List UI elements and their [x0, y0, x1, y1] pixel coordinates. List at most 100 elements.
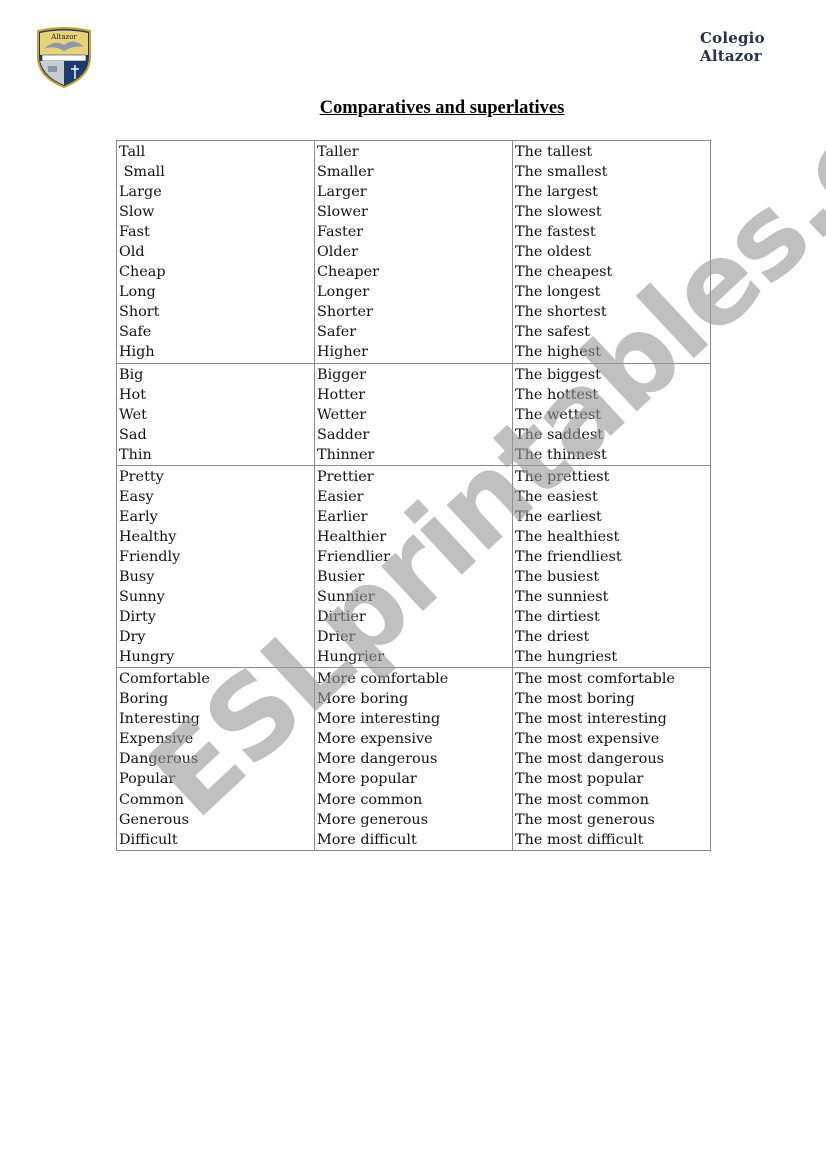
adjective-word: Busy [119, 568, 155, 585]
logo-text: Altazor [50, 33, 77, 41]
comparative-word: More boring [317, 691, 409, 708]
superlative-word: The fastest [515, 224, 596, 241]
page-title: Comparatives and superlatives [319, 98, 565, 118]
superlative-word: The shortest [515, 304, 607, 321]
adjective-word: Common [119, 791, 184, 808]
comparative-word: Drier [317, 629, 356, 646]
school-name: Colegio Altazor [700, 29, 765, 65]
adjective-word: Dirty [119, 609, 156, 626]
superlative-word: The safest [515, 324, 590, 341]
table-group-row: Tall Small Large Slow Fast Old Cheap Long Short… [116, 140, 711, 364]
superlative-word: The earliest [515, 508, 602, 525]
superlative-word: The thinnest [515, 446, 607, 463]
adjective-word: Wet [119, 406, 147, 423]
adjective-word: Hot [119, 386, 146, 403]
comparative-word: Higher [317, 344, 369, 361]
school-crest-icon: Altazor [34, 27, 94, 89]
superlative-word: The oldest [515, 244, 592, 261]
comparative-word: Prettier [317, 468, 374, 485]
comparative-word: More expensive [317, 731, 433, 748]
comparative-word: Smaller [317, 164, 374, 181]
comparative-word: Easier [317, 488, 364, 505]
comparative-word: More comfortable [317, 671, 449, 688]
adjective-cell: Big Hot Wet Sad Thin [116, 362, 315, 466]
adjective-word: Popular [119, 771, 176, 788]
superlative-cell: The biggest The hottest The wettest The sad… [512, 362, 711, 466]
comparative-word: Slower [317, 204, 368, 221]
superlative-word: The cheapest [515, 264, 613, 281]
superlative-word: The largest [515, 184, 598, 201]
comparative-word: Cheaper [317, 264, 379, 281]
adjective-word: Pretty [119, 468, 164, 485]
comparative-word: More popular [317, 771, 417, 788]
superlative-word: The sunniest [515, 589, 609, 606]
adjective-word: Expensive [119, 731, 194, 748]
adjective-word: Interesting [119, 711, 200, 728]
superlative-word: The wettest [515, 406, 602, 423]
superlative-word: The most boring [515, 691, 635, 708]
superlative-word: The prettiest [515, 468, 610, 485]
adjective-word: Dry [119, 629, 146, 646]
superlative-cell: The most comfortable The most boring The m… [512, 667, 711, 851]
superlative-word: The slowest [515, 204, 602, 221]
comparative-word: Safer [317, 324, 357, 341]
comparative-cell: Bigger Hotter Wetter Sadder Thinner [314, 362, 513, 466]
adjective-word: Comfortable [119, 671, 210, 688]
comparative-word: Dirtier [317, 609, 366, 626]
table-group-row: Big Hot Wet Sad Thin Bigger Hotter Wetter Sadder… [116, 362, 711, 466]
superlative-cell: The prettiest The easiest The earliest The … [512, 464, 711, 669]
superlative-cell: The tallest The smallest The largest The sl… [512, 140, 711, 364]
adjective-word: Cheap [119, 264, 166, 281]
comparative-word: Bigger [317, 366, 366, 383]
superlative-word: The easiest [515, 488, 598, 505]
adjective-word: Generous [119, 811, 189, 828]
adjective-word: Long [119, 284, 156, 301]
comparative-word: Larger [317, 184, 367, 201]
comparatives-table: Tall Small Large Slow Fast Old Cheap Long Short… [116, 140, 711, 851]
superlative-word: The most interesting [515, 711, 667, 728]
comparative-word: Taller [317, 144, 359, 160]
superlative-word: The most generous [515, 811, 655, 828]
comparative-word: More difficult [317, 831, 417, 848]
adjective-word: Easy [119, 488, 154, 505]
superlative-word: The healthiest [515, 528, 620, 545]
comparative-word: Busier [317, 568, 365, 585]
superlative-word: The biggest [515, 366, 601, 383]
superlative-word: The dirtiest [515, 609, 600, 626]
comparative-word: Longer [317, 284, 370, 301]
adjective-word: Large [119, 184, 162, 201]
superlative-word: The busiest [515, 568, 600, 585]
comparative-word: More generous [317, 811, 429, 828]
adjective-word: Sad [119, 426, 147, 443]
superlative-word: The most comfortable [515, 671, 675, 688]
comparative-word: More common [317, 791, 423, 808]
comparative-word: Wetter [317, 406, 367, 423]
comparative-word: Hungrier [317, 649, 385, 666]
adjective-word: Sunny [119, 589, 165, 606]
comparative-cell: Taller Smaller Larger Slower Faster Older Chea… [314, 140, 513, 364]
comparative-word: Shorter [317, 304, 373, 321]
comparative-word: Sunnier [317, 589, 375, 606]
comparative-cell: More comfortable More boring More interest… [314, 667, 513, 851]
superlative-word: The tallest [515, 144, 593, 160]
adjective-word: Small [119, 164, 165, 181]
comparative-word: Earlier [317, 508, 368, 525]
superlative-word: The most dangerous [515, 751, 664, 768]
superlative-word: The hottest [515, 386, 599, 403]
adjective-word: Old [119, 244, 145, 261]
superlative-word: The hungriest [515, 649, 618, 666]
comparative-cell: Prettier Easier Earlier Healthier Friendlier… [314, 464, 513, 669]
adjective-word: Thin [119, 446, 152, 463]
table-group-row: Comfortable Boring Interesting Expensive Dan… [116, 667, 711, 851]
adjective-word: Dangerous [119, 751, 199, 768]
comparative-word: More interesting [317, 711, 441, 728]
table-group-row: Pretty Easy Early Healthy Friendly Busy Sunny D… [116, 464, 711, 669]
adjective-word: Short [119, 304, 160, 321]
superlative-word: The friendliest [515, 548, 622, 565]
superlative-word: The most popular [515, 771, 644, 788]
comparative-word: Thinner [317, 446, 375, 463]
adjective-word: Tall [119, 144, 146, 160]
comparative-word: Faster [317, 224, 364, 241]
comparative-word: Hotter [317, 386, 366, 403]
comparative-word: Older [317, 244, 359, 261]
